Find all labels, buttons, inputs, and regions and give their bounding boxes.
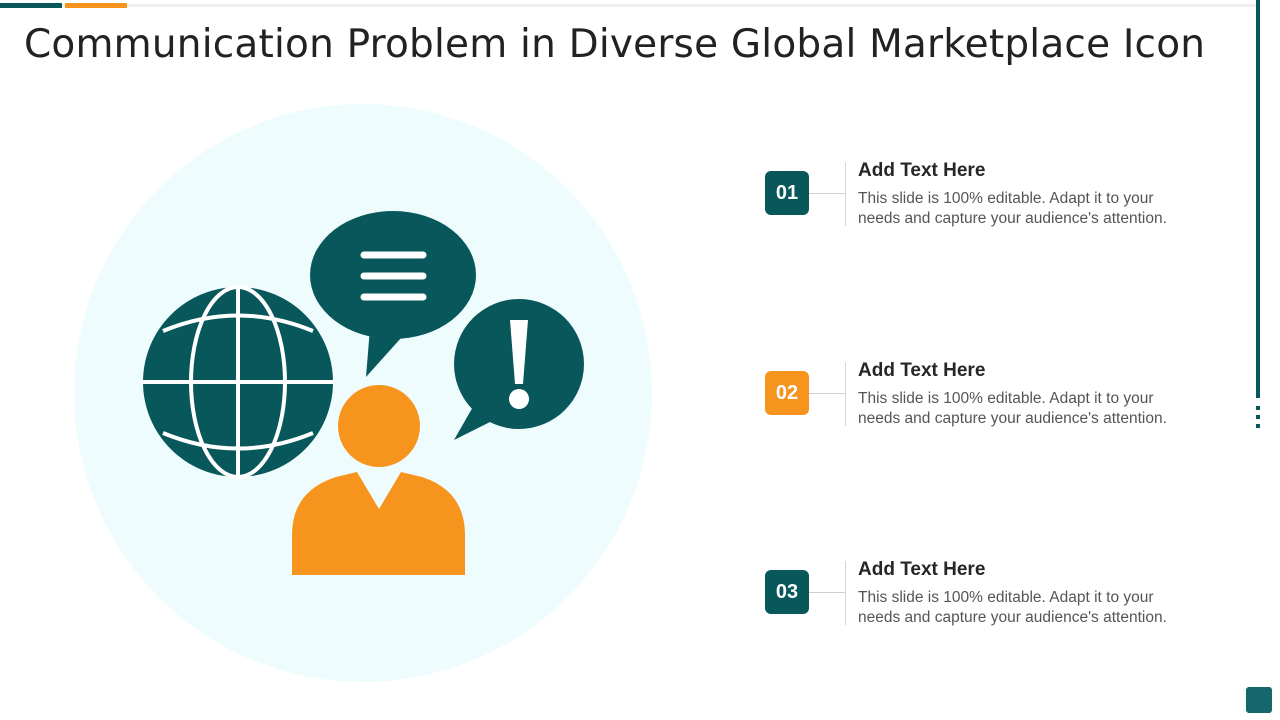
number-badge: 01 [765, 171, 809, 215]
item-description: This slide is 100% editable. Adapt it to… [858, 390, 1167, 427]
divider-line [845, 561, 846, 625]
right-accent-dots [1256, 406, 1260, 433]
connector-line [809, 393, 845, 394]
item-description: This slide is 100% editable. Adapt it to… [858, 190, 1167, 227]
list-item: 01 Add Text Here This slide is 100% edit… [765, 160, 1235, 232]
item-heading: Add Text Here [858, 559, 986, 580]
item-heading: Add Text Here [858, 160, 986, 181]
connector-line [809, 592, 845, 593]
list-item: 03 Add Text Here This slide is 100% edit… [765, 559, 1235, 631]
connector-line [809, 193, 845, 194]
globe-icon [143, 285, 333, 479]
item-heading: Add Text Here [858, 360, 986, 381]
divider-line [845, 362, 846, 426]
number-badge: 03 [765, 570, 809, 614]
divider-line [845, 162, 846, 226]
number-badge: 02 [765, 371, 809, 415]
item-description: This slide is 100% editable. Adapt it to… [858, 589, 1167, 626]
right-accent-line [1256, 0, 1260, 398]
illustration [74, 104, 652, 682]
list-item: 02 Add Text Here This slide is 100% edit… [765, 360, 1235, 432]
corner-square-icon [1246, 687, 1272, 713]
